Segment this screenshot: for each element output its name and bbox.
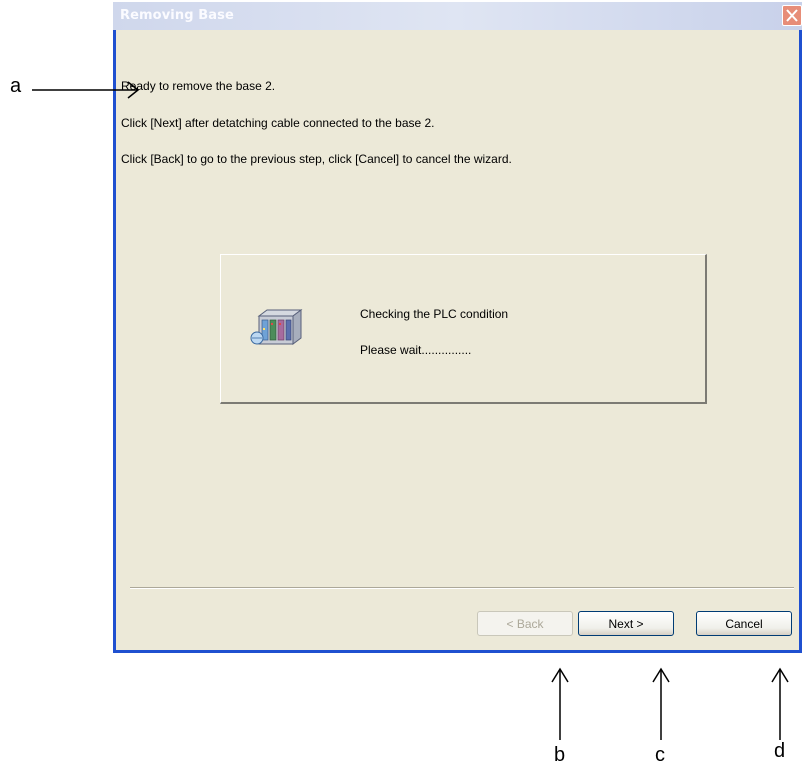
status-line-checking: Checking the PLC condition	[360, 307, 509, 321]
window-title: Removing Base	[120, 8, 234, 23]
callout-arrow-a-icon	[32, 81, 140, 99]
callout-label-b: b	[554, 744, 566, 766]
callout-label-c: c	[655, 744, 665, 766]
next-button[interactable]: Next >	[578, 611, 674, 636]
callout-arrow-c-icon	[652, 667, 670, 740]
close-button[interactable]	[782, 5, 802, 26]
message-line-ready: Ready to remove the base 2.	[121, 79, 276, 93]
button-separator	[130, 587, 794, 589]
callout-label-d: d	[774, 740, 786, 762]
callout-arrow-d-icon	[771, 667, 789, 740]
plc-icon	[250, 309, 303, 345]
message-line-next-instruction: Click [Next] after detatching cable conn…	[121, 116, 435, 130]
message-line-back-cancel-instruction: Click [Back] to go to the previous step,…	[121, 152, 512, 166]
cancel-button[interactable]: Cancel	[696, 611, 792, 636]
status-panel: Checking the PLC condition Please wait..…	[220, 254, 707, 404]
callout-label-a: a	[10, 75, 22, 97]
status-line-wait: Please wait...............	[360, 343, 472, 357]
back-button[interactable]: < Back	[477, 611, 573, 636]
title-bar[interactable]: Removing Base	[113, 2, 802, 30]
callout-arrow-b-icon	[551, 667, 569, 740]
close-icon	[786, 9, 798, 22]
